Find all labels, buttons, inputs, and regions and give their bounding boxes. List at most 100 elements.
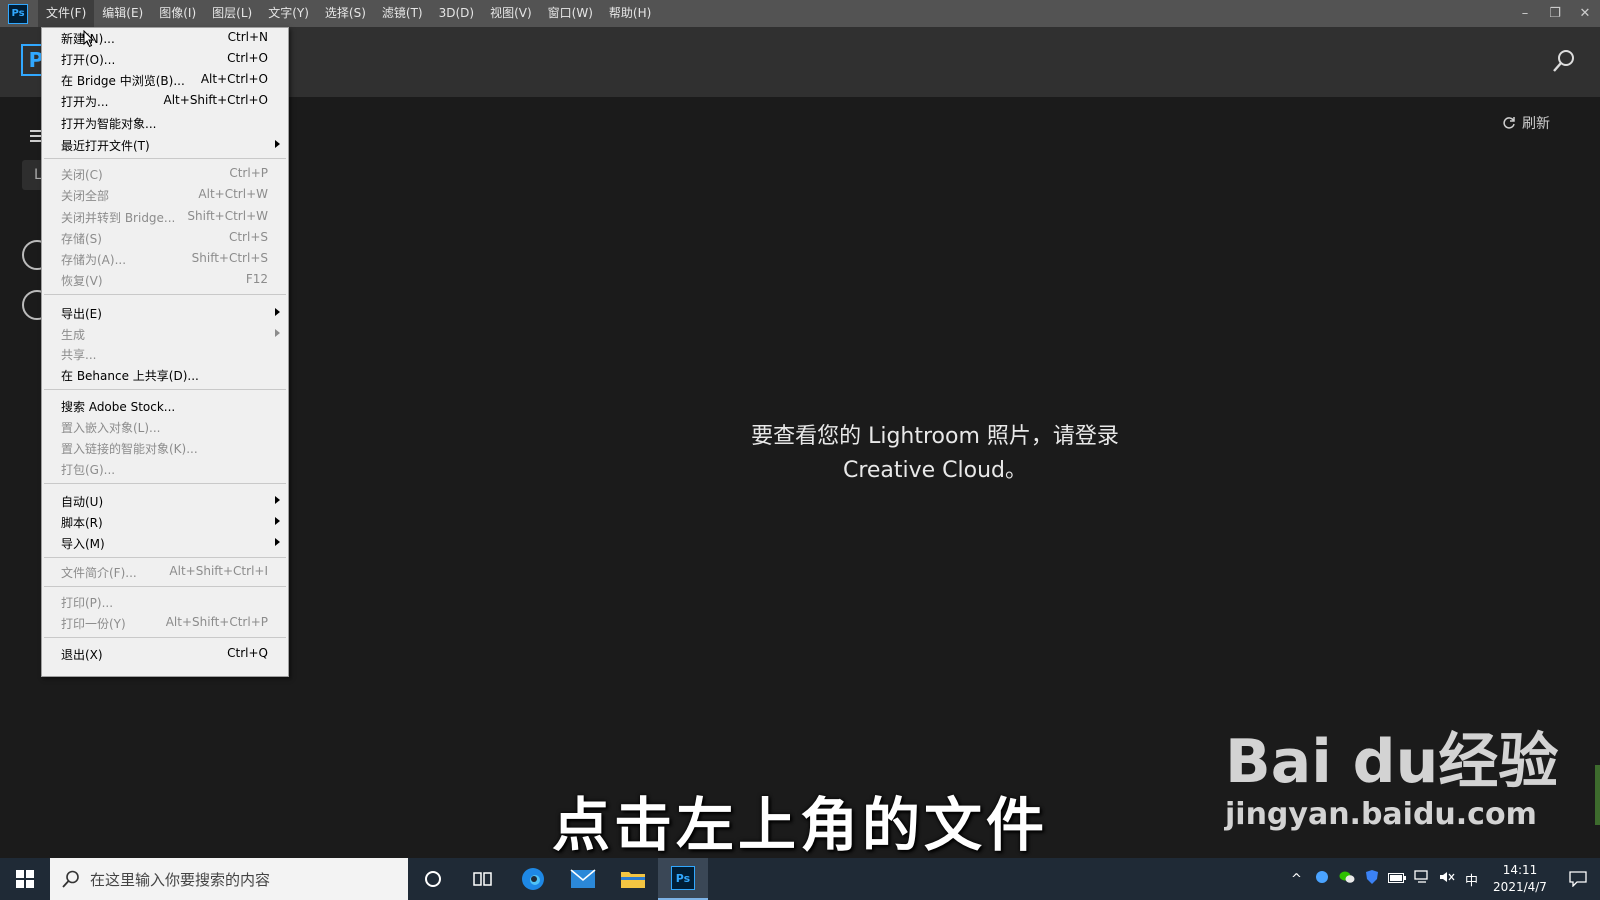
scroll-indicator [1595, 765, 1600, 825]
menu-item-browse-bridge[interactable]: 在 Bridge 中浏览(B)... Alt+Ctrl+O [42, 70, 288, 90]
menu-item-close-all[interactable]: 关闭全部 Alt+Ctrl+W [42, 185, 288, 205]
taskbar: 在这里输入你要搜索的内容 Ps ^ 中 14:11 2021/4/7 [0, 858, 1600, 900]
menu-item-export[interactable]: 导出(E) [42, 303, 288, 323]
folder-icon [621, 872, 645, 888]
mail-button[interactable] [558, 858, 608, 900]
clock-time: 14:11 [1502, 863, 1538, 877]
menu-separator [44, 483, 286, 484]
menu-item-exit[interactable]: 退出(X) Ctrl+Q [42, 644, 288, 664]
menu-separator [44, 637, 286, 638]
menu-item-close-go-bridge[interactable]: 关闭并转到 Bridge... Shift+Ctrl+W [42, 207, 288, 227]
submenu-arrow-icon [275, 496, 280, 504]
refresh-label: 刷新 [1522, 116, 1550, 132]
task-view-icon [473, 872, 492, 886]
menu-item-place-embedded[interactable]: 置入嵌入对象(L)... [42, 417, 288, 437]
notification-button[interactable] [1556, 871, 1600, 887]
edge-button[interactable] [508, 858, 558, 900]
search-icon [62, 870, 79, 888]
menu-item-open[interactable]: 打开(O)... Ctrl+O [42, 49, 288, 69]
cortana-icon [425, 871, 441, 887]
menu-type[interactable]: 文字(Y) [260, 0, 317, 27]
volume-muted-icon[interactable] [1434, 870, 1459, 888]
start-button[interactable] [0, 858, 50, 900]
menu-item-print-one-copy[interactable]: 打印一份(Y) Alt+Shift+Ctrl+P [42, 613, 288, 633]
battery-icon[interactable] [1384, 872, 1409, 887]
file-menu-dropdown: 新建(N)...Ctrl+N 打开(O)...Ctrl+O 在 Bridge 中… [41, 27, 289, 677]
close-button[interactable]: ✕ [1570, 0, 1600, 27]
submenu-arrow-icon [275, 140, 280, 148]
menu-item-automate[interactable]: 自动(U) [42, 491, 288, 511]
menu-window[interactable]: 窗口(W) [540, 0, 601, 27]
clock[interactable]: 14:11 2021/4/7 [1484, 862, 1556, 896]
chevron-up-icon[interactable]: ^ [1284, 872, 1309, 887]
menu-separator [44, 586, 286, 587]
menu-item-file-info[interactable]: 文件简介(F)... Alt+Shift+Ctrl+I [42, 562, 288, 582]
mail-icon [570, 869, 596, 888]
menu-item-import[interactable]: 导入(M) [42, 533, 288, 553]
menu-item-search-adobe-stock[interactable]: 搜索 Adobe Stock... [42, 396, 288, 416]
menu-separator [44, 294, 286, 295]
app-tray-icon[interactable] [1309, 870, 1334, 888]
wechat-icon[interactable] [1334, 870, 1359, 888]
menu-help[interactable]: 帮助(H) [601, 0, 659, 27]
menu-view[interactable]: 视图(V) [482, 0, 540, 27]
watermark-logo-text: Bai du经验 [1225, 727, 1559, 797]
menu-item-open-as[interactable]: 打开为... Alt+Shift+Ctrl+O [42, 91, 288, 111]
submenu-arrow-icon [275, 329, 280, 337]
menu-item-scripts[interactable]: 脚本(R) [42, 512, 288, 532]
menu-item-revert[interactable]: 恢复(V) F12 [42, 270, 288, 290]
submenu-arrow-icon [275, 538, 280, 546]
menu-item-recent-files[interactable]: 最近打开文件(T) [42, 135, 288, 155]
windows-icon [16, 870, 34, 888]
taskbar-search-placeholder: 在这里输入你要搜索的内容 [90, 870, 271, 889]
refresh-button[interactable]: 刷新 [1502, 113, 1550, 133]
menu-filter[interactable]: 滤镜(T) [374, 0, 431, 27]
task-view-button[interactable] [458, 858, 508, 900]
file-explorer-button[interactable] [608, 858, 658, 900]
menu-item-new[interactable]: 新建(N)...Ctrl+N [42, 28, 288, 48]
clock-date: 2021/4/7 [1493, 880, 1547, 894]
search-icon[interactable] [1552, 49, 1576, 73]
menu-3d[interactable]: 3D(D) [431, 0, 482, 27]
menu-bar: Ps 文件(F) 编辑(E) 图像(I) 图层(L) 文字(Y) 选择(S) 滤… [0, 0, 1600, 27]
menu-item-package[interactable]: 打包(G)... [42, 459, 288, 479]
menu-item-print[interactable]: 打印(P)... [42, 592, 288, 612]
taskbar-search-box[interactable]: 在这里输入你要搜索的内容 [50, 858, 408, 900]
submenu-arrow-icon [275, 517, 280, 525]
menu-layer[interactable]: 图层(L) [204, 0, 260, 27]
menu-item-generate[interactable]: 生成 [42, 324, 288, 344]
restore-button[interactable]: ❐ [1540, 0, 1570, 27]
menu-item-save[interactable]: 存储(S) Ctrl+S [42, 228, 288, 248]
baidu-jingyan-watermark: Bai du经验 jingyan.baidu.com [1225, 727, 1559, 832]
cortana-button[interactable] [408, 858, 458, 900]
minimize-button[interactable]: – [1510, 0, 1540, 27]
menu-item-save-as[interactable]: 存储为(A)... Shift+Ctrl+S [42, 249, 288, 269]
tutorial-caption: 点击左上角的文件 [551, 791, 1048, 859]
notification-icon [1569, 871, 1587, 887]
window-controls: – ❐ ✕ [1510, 0, 1600, 27]
menu-item-place-linked[interactable]: 置入链接的智能对象(K)... [42, 438, 288, 458]
menu-item-share-behance[interactable]: 在 Behance 上共享(D)... [42, 365, 288, 385]
ime-indicator[interactable]: 中 [1459, 870, 1484, 889]
menu-item-open-smart-object[interactable]: 打开为智能对象... [42, 113, 288, 133]
shield-icon[interactable] [1359, 869, 1384, 889]
message-line-2: Creative Cloud。 [842, 458, 1028, 483]
menu-separator [44, 158, 286, 159]
menu-edit[interactable]: 编辑(E) [94, 0, 151, 27]
watermark-url: jingyan.baidu.com [1225, 797, 1537, 832]
system-tray: ^ 中 14:11 2021/4/7 [1284, 858, 1600, 900]
menu-image[interactable]: 图像(I) [151, 0, 204, 27]
photoshop-taskbar-button[interactable]: Ps [658, 858, 708, 900]
network-icon[interactable] [1409, 870, 1434, 888]
refresh-icon [1503, 117, 1515, 129]
edge-icon [522, 868, 544, 890]
lightroom-signin-message: 要查看您的 Lightroom 照片，请登录 Creative Cloud。 [700, 420, 1170, 488]
menu-item-close[interactable]: 关闭(C) Ctrl+P [42, 164, 288, 184]
menu-item-share[interactable]: 共享... [42, 344, 288, 364]
photoshop-logo[interactable]: Ps [8, 3, 28, 24]
menu-select[interactable]: 选择(S) [317, 0, 374, 27]
message-line-1: 要查看您的 Lightroom 照片，请登录 [751, 424, 1119, 449]
menu-file[interactable]: 文件(F) [38, 0, 95, 27]
submenu-arrow-icon [275, 308, 280, 316]
menu-separator [44, 389, 286, 390]
